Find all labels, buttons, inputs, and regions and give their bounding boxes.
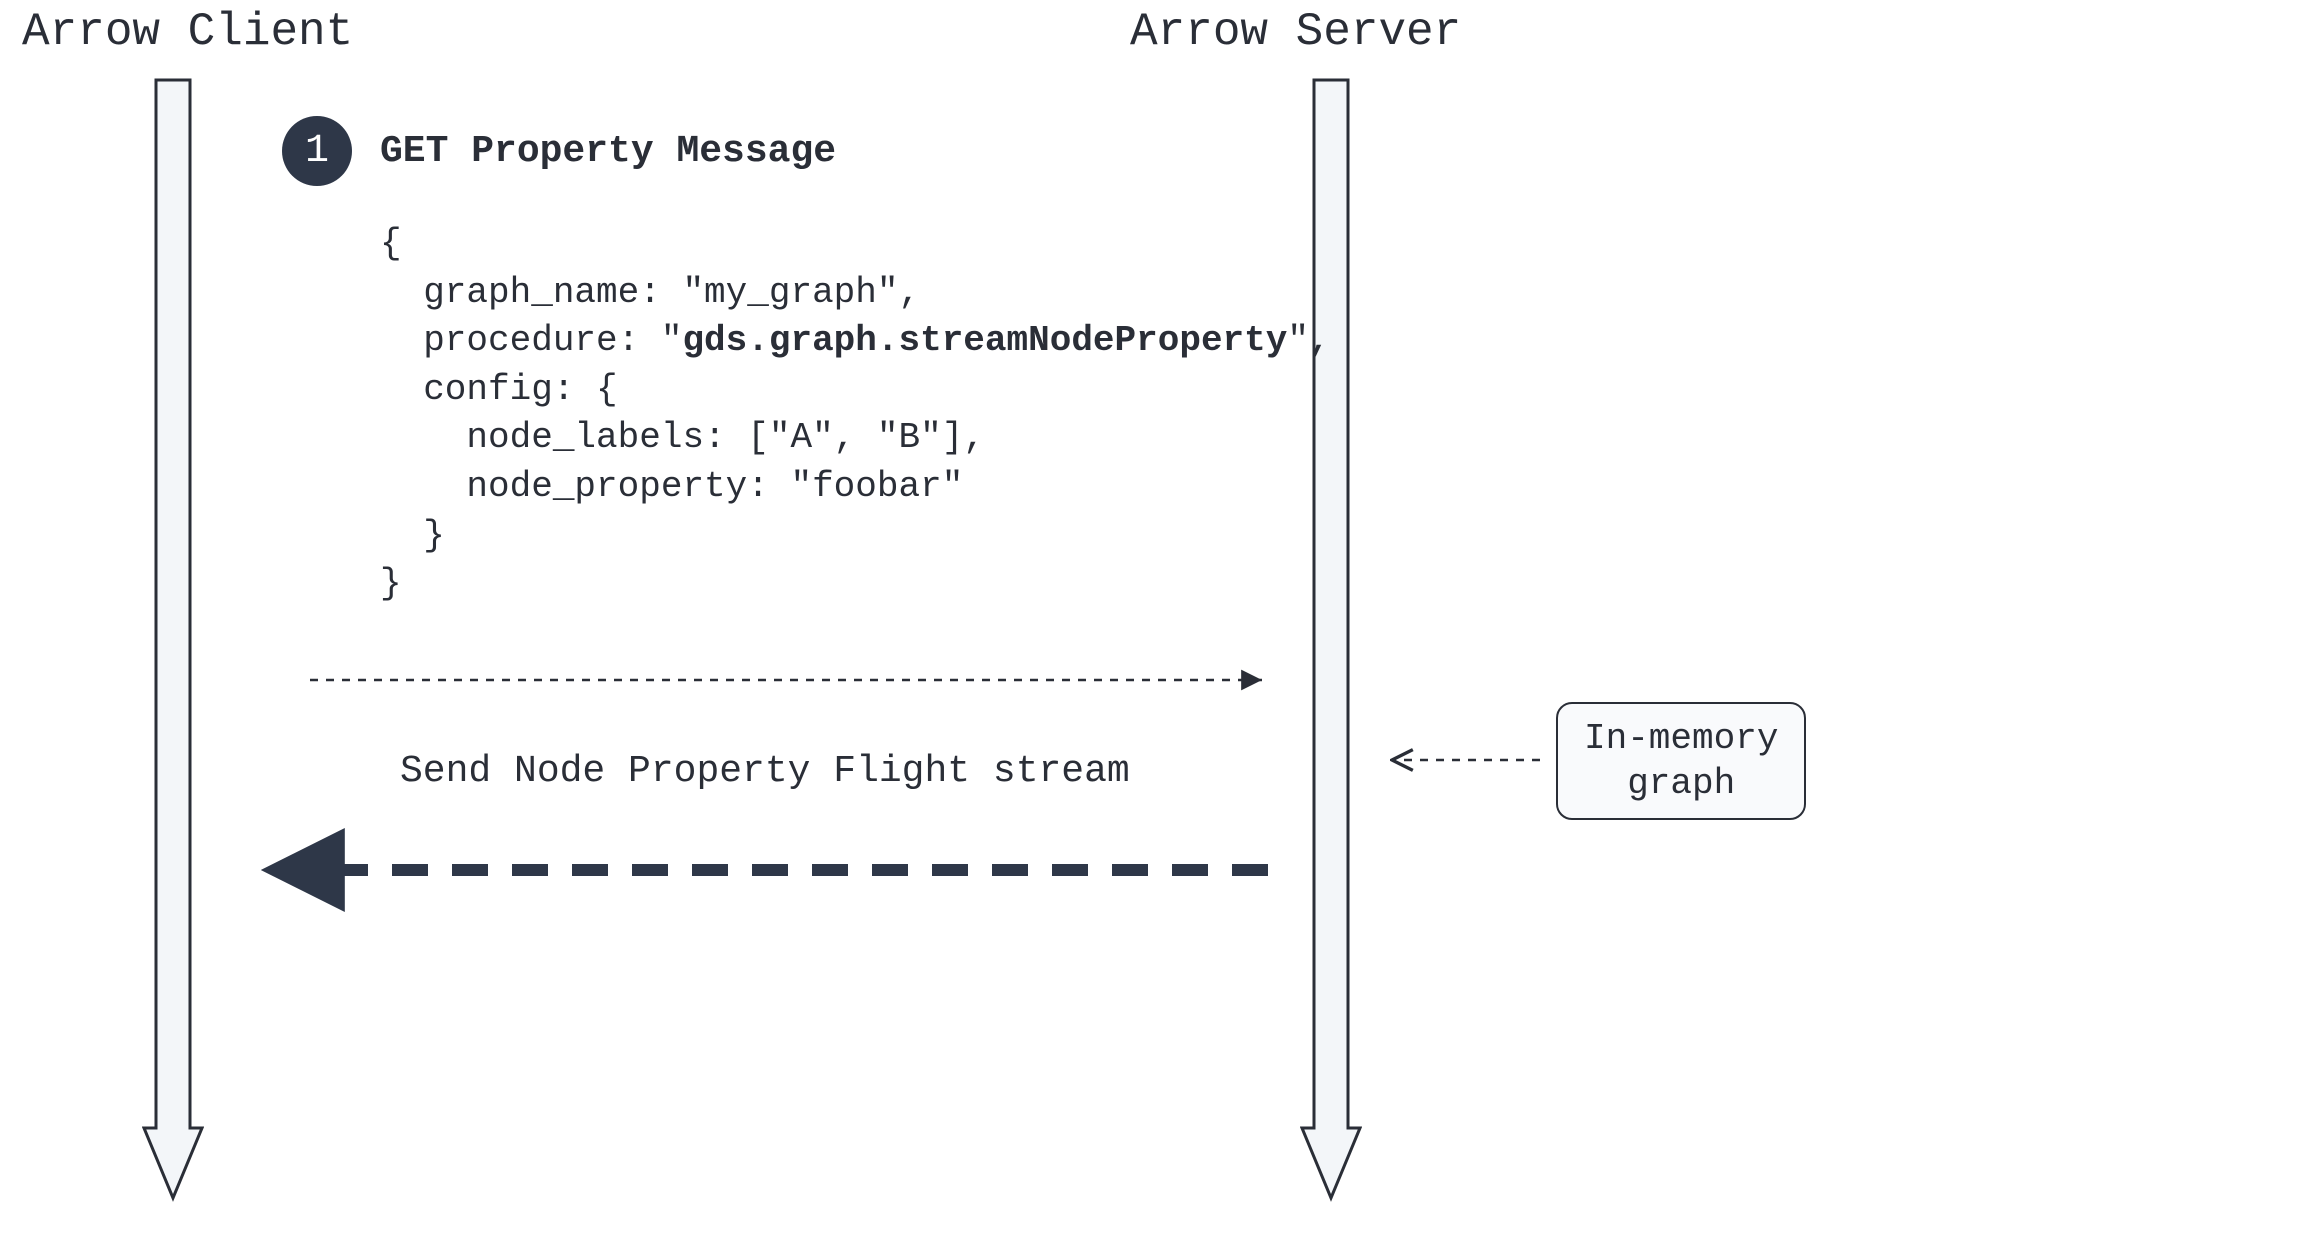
- memory-box-line2: graph: [1584, 761, 1778, 806]
- diagram-canvas: Arrow Client Arrow Server 1 GET Property…: [0, 0, 2306, 1246]
- code-line-procedure-end: ",: [1287, 320, 1330, 361]
- code-line-graph-name-val: "my_graph",: [682, 272, 920, 313]
- in-memory-graph-box: In-memory graph: [1556, 702, 1806, 820]
- code-line-open: {: [380, 223, 402, 264]
- code-line-procedure-key: procedure: ": [380, 320, 682, 361]
- memory-box-line1: In-memory: [1584, 716, 1778, 761]
- server-label: Arrow Server: [1130, 6, 1461, 58]
- step-title: GET Property Message: [380, 130, 836, 173]
- code-line-graph-name-key: graph_name:: [380, 272, 682, 313]
- request-code-block: { graph_name: "my_graph", procedure: "gd…: [380, 220, 1331, 609]
- step-number-badge: 1: [282, 116, 352, 186]
- code-line-config-open: config: {: [380, 369, 618, 410]
- code-line-node-labels: node_labels: ["A", "B"],: [380, 417, 985, 458]
- code-line-node-property: node_property: "foobar": [380, 466, 963, 507]
- code-line-config-close: }: [380, 515, 445, 556]
- code-line-close: }: [380, 563, 402, 604]
- client-label: Arrow Client: [22, 6, 353, 58]
- code-line-procedure-val: gds.graph.streamNodeProperty: [682, 320, 1287, 361]
- step-number: 1: [305, 129, 329, 174]
- request-arrow: [0, 0, 2306, 1246]
- client-lifeline-arrow: [142, 78, 204, 1198]
- stream-label: Send Node Property Flight stream: [400, 750, 1130, 793]
